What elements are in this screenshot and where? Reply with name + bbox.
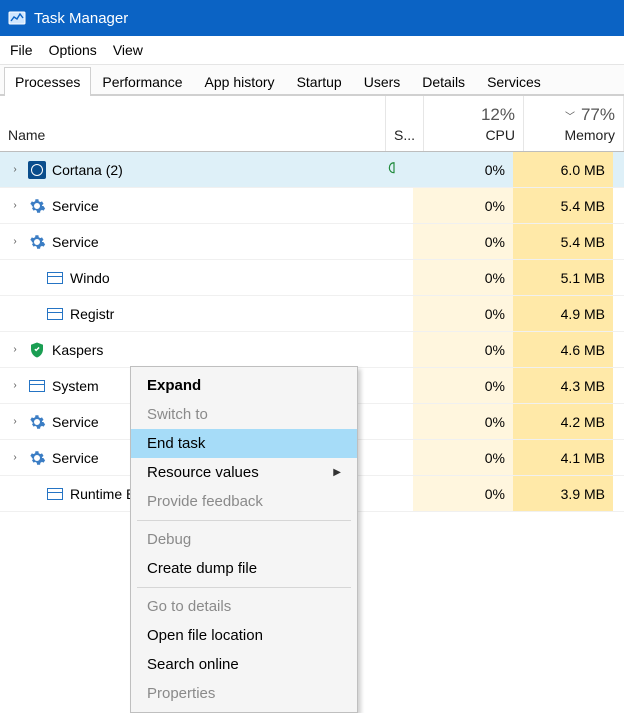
process-cpu-cell: 0% [413,260,513,295]
context-menu-item-resource-values[interactable]: Resource values▶ [131,458,357,487]
column-header-cpu[interactable]: 12% CPU [424,96,524,151]
tab-performance[interactable]: Performance [91,67,193,96]
process-row[interactable]: › Service 0%5.4 MB [0,188,624,224]
process-row[interactable]: › Cortana (2) 0%6.0 MB [0,152,624,188]
context-menu-item-properties: Properties [131,679,357,708]
column-header-status[interactable]: S... [386,96,424,151]
process-name: Kaspers [52,342,103,358]
window-title: Task Manager [34,10,128,27]
tab-users[interactable]: Users [353,67,412,96]
process-name: System [52,378,99,394]
gear-icon [28,413,46,431]
process-memory-cell: 5.4 MB [513,188,613,223]
menu-options[interactable]: Options [49,42,97,58]
context-menu-item-search-online[interactable]: Search online [131,650,357,679]
expand-chevron-icon[interactable]: › [8,236,22,247]
window-icon [28,377,46,395]
shield-icon [28,341,46,359]
process-cpu-cell: 0% [413,296,513,331]
process-memory-cell: 5.4 MB [513,224,613,259]
tab-details[interactable]: Details [411,67,476,96]
context-menu-item-provide-feedback: Provide feedback [131,487,357,516]
process-name-cell: › Service [0,233,375,251]
process-cpu-cell: 0% [413,404,513,439]
context-menu: ExpandSwitch toEnd taskResource values▶P… [130,366,358,713]
window-icon [46,485,64,503]
tab-app-history[interactable]: App history [194,67,286,96]
context-menu-item-debug: Debug [131,525,357,554]
process-name-cell: Windo [0,269,375,287]
expand-chevron-icon[interactable]: › [8,452,22,463]
window-icon [46,269,64,287]
process-name: Windo [70,270,110,286]
column-headers: Name S... 12% CPU ﹀77% Memory [0,96,624,152]
menu-bar: File Options View [0,36,624,65]
gear-icon [28,449,46,467]
process-cpu-cell: 0% [413,476,513,511]
process-name: Service [52,198,99,214]
context-menu-item-expand[interactable]: Expand [131,371,357,400]
chevron-down-icon: ﹀ [565,112,575,123]
expand-chevron-icon[interactable]: › [8,164,22,175]
title-bar: Task Manager [0,0,624,36]
context-menu-item-go-to-details: Go to details [131,592,357,621]
cortana-icon [28,161,46,179]
process-memory-cell: 4.1 MB [513,440,613,475]
column-header-memory[interactable]: ﹀77% Memory [524,96,624,151]
expand-chevron-icon[interactable]: › [8,380,22,391]
process-cpu-cell: 0% [413,152,513,187]
leaf-icon [387,162,401,178]
process-cpu-cell: 0% [413,368,513,403]
context-menu-item-switch-to: Switch to [131,400,357,429]
process-name: Cortana (2) [52,162,123,178]
process-memory-cell: 4.2 MB [513,404,613,439]
chevron-right-icon: ▶ [333,467,341,478]
gear-icon [28,233,46,251]
process-memory-cell: 4.9 MB [513,296,613,331]
context-menu-separator [137,587,351,588]
process-row[interactable]: Registr 0%4.9 MB [0,296,624,332]
process-row[interactable]: › Service 0%5.4 MB [0,224,624,260]
process-table: ›Cortana (2)0%6.0 MB›Service0%5.4 MB›Ser… [0,152,624,512]
process-memory-cell: 3.9 MB [513,476,613,511]
process-memory-cell: 6.0 MB [513,152,613,187]
process-cpu-cell: 0% [413,188,513,223]
expand-chevron-icon[interactable]: › [8,416,22,427]
process-cpu-cell: 0% [413,440,513,475]
process-memory-cell: 4.6 MB [513,332,613,367]
tab-startup[interactable]: Startup [286,67,353,96]
process-memory-cell: 4.3 MB [513,368,613,403]
process-cpu-cell: 0% [413,332,513,367]
menu-file[interactable]: File [10,42,33,58]
task-manager-icon [8,9,26,27]
tab-strip: Processes Performance App history Startu… [0,65,624,96]
process-status-cell [375,161,413,178]
expand-chevron-icon[interactable]: › [8,200,22,211]
tab-processes[interactable]: Processes [4,67,91,96]
process-memory-cell: 5.1 MB [513,260,613,295]
process-row[interactable]: › Kaspers 0%4.6 MB [0,332,624,368]
gear-icon [28,197,46,215]
context-menu-item-create-dump-file[interactable]: Create dump file [131,554,357,583]
process-cpu-cell: 0% [413,224,513,259]
column-header-name[interactable]: Name [0,96,386,151]
window-icon [46,305,64,323]
process-name: Service [52,234,99,250]
tab-services[interactable]: Services [476,67,552,96]
context-menu-item-open-file-location[interactable]: Open file location [131,621,357,650]
process-name: Registr [70,306,114,322]
process-row[interactable]: Windo 0%5.1 MB [0,260,624,296]
process-name: Service [52,450,99,466]
process-name: Service [52,414,99,430]
process-name-cell: › Service [0,197,375,215]
process-name-cell: › Cortana (2) [0,161,375,179]
process-name-cell: › Kaspers [0,341,375,359]
menu-view[interactable]: View [113,42,143,58]
context-menu-item-end-task[interactable]: End task [131,429,357,458]
expand-chevron-icon[interactable]: › [8,344,22,355]
context-menu-separator [137,520,351,521]
process-name-cell: Registr [0,305,375,323]
